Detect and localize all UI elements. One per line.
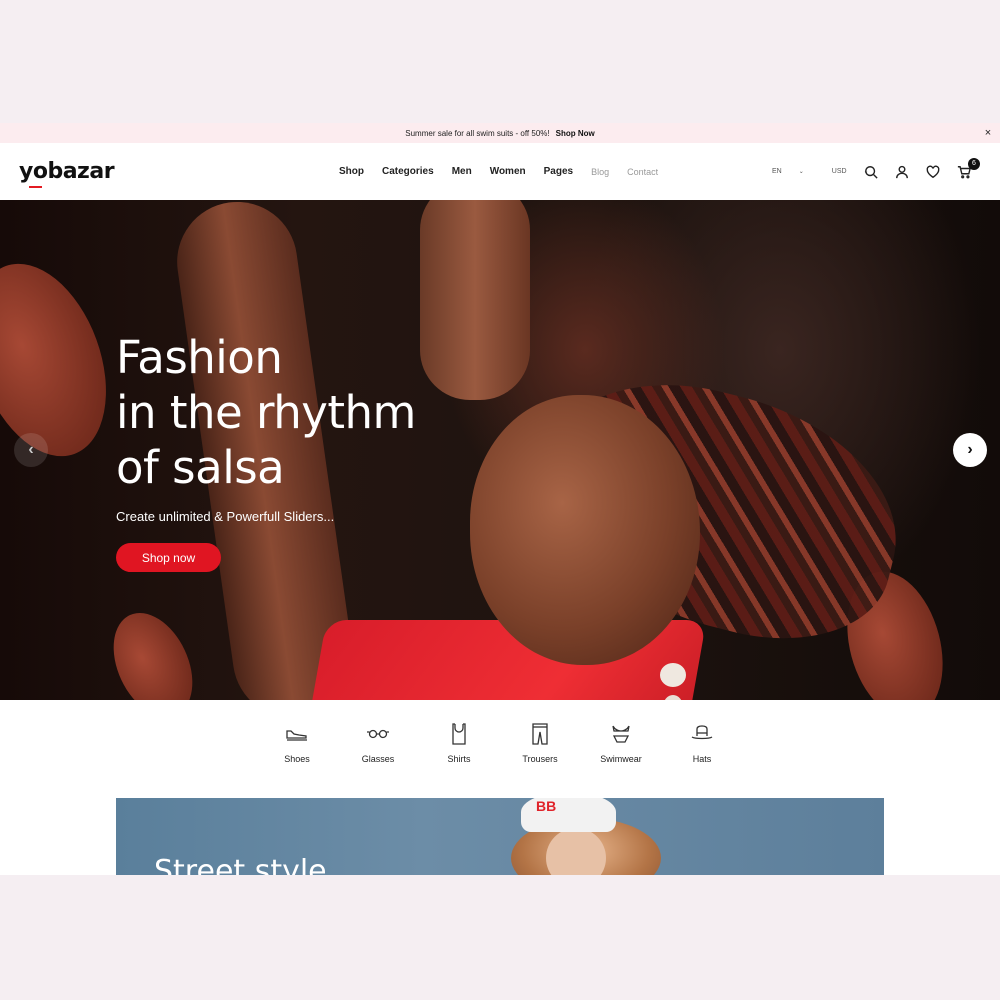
nav-item-blog[interactable]: Blog [591, 167, 609, 177]
slider-prev-button[interactable]: ‹ [14, 433, 48, 467]
slider-next-button[interactable]: › [953, 433, 987, 467]
banner-title: Street style [154, 854, 327, 875]
logo[interactable]: yobazar [19, 159, 115, 188]
category-label: Trousers [522, 754, 558, 764]
hat-icon [691, 725, 713, 740]
shop-now-link[interactable]: Shop Now [556, 129, 595, 138]
hero-subtitle: Create unlimited & Powerfull Sliders... [116, 509, 335, 524]
shirt-icon [452, 723, 466, 745]
language-value: EN [772, 168, 782, 175]
category-label: Shirts [447, 754, 471, 764]
account-icon[interactable] [893, 163, 911, 181]
category-label: Swimwear [600, 754, 642, 764]
page-frame: Summer sale for all swim suits - off 50%… [0, 123, 1000, 875]
hero-slider: Fashion in the rhythm of salsa Create un… [0, 200, 1000, 700]
nav-item-contact[interactable]: Contact [627, 167, 658, 177]
hero-model-face [470, 395, 700, 665]
leaf-decoration [98, 600, 208, 700]
nav-item-shop[interactable]: Shop [339, 166, 364, 177]
announcement-message: Summer sale for all swim suits - off 50%… [405, 128, 550, 138]
category-shirts[interactable]: Shirts [429, 722, 489, 764]
announcement-bar: Summer sale for all swim suits - off 50%… [0, 123, 1000, 143]
trousers-icon [532, 723, 548, 745]
hero-title-line: of salsa [116, 441, 285, 494]
shoe-icon [286, 730, 307, 741]
hero-title: Fashion in the rhythm of salsa [116, 330, 416, 495]
hero-title-line: Fashion [116, 331, 283, 384]
hero-title-line: in the rhythm [116, 386, 416, 439]
cart-count-badge: 6 [968, 157, 980, 170]
category-label: Shoes [284, 754, 310, 764]
site-header: yobazar Shop Categories Men Women Pages … [0, 143, 1000, 200]
chevron-down-icon: ⌄ [798, 169, 804, 175]
swimwear-icon [612, 725, 630, 743]
hero-model-arm [420, 200, 530, 400]
nav-item-pages[interactable]: Pages [544, 166, 573, 177]
category-hats[interactable]: Hats [672, 722, 732, 764]
category-shoes[interactable]: Shoes [267, 722, 327, 764]
chevron-right-icon: › [967, 441, 973, 458]
logo-text: yobazar [19, 159, 115, 184]
nav-item-women[interactable]: Women [490, 166, 526, 177]
chevron-left-icon: ‹ [28, 441, 34, 458]
close-icon[interactable]: × [982, 127, 994, 139]
currency-value: USD [831, 168, 847, 175]
logo-underline [29, 186, 42, 188]
street-style-banner[interactable]: BB Street style [116, 798, 884, 875]
header-icons: 6 [862, 143, 986, 200]
category-trousers[interactable]: Trousers [510, 722, 570, 764]
main-nav: Shop Categories Men Women Pages Blog Con… [339, 143, 676, 200]
earring [660, 663, 686, 687]
category-label: Hats [692, 754, 712, 764]
cart-icon[interactable]: 6 [955, 157, 980, 181]
category-label: Glasses [361, 754, 395, 764]
shop-now-button[interactable]: Shop now [116, 543, 221, 572]
language-select[interactable]: EN ⌄ [772, 168, 818, 175]
cap-logo: BB [536, 798, 557, 814]
search-icon[interactable] [862, 163, 880, 181]
nav-item-men[interactable]: Men [452, 166, 472, 177]
category-glasses[interactable]: Glasses [348, 722, 408, 764]
glasses-icon [367, 729, 389, 739]
nav-item-categories[interactable]: Categories [382, 166, 434, 177]
category-strip: Shoes Glasses Shirts Trousers Swimwear H… [0, 700, 1000, 800]
category-swimwear[interactable]: Swimwear [591, 722, 651, 764]
wishlist-heart-icon[interactable] [924, 163, 942, 181]
